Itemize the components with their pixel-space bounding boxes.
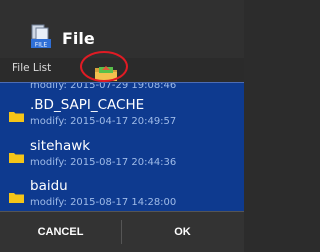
- list-item[interactable]: sitehawk modify: 2015-08-17 20:44:36: [0, 138, 244, 178]
- dialog-title: File: [62, 29, 95, 48]
- folder-icon: [9, 193, 24, 203]
- file-name: .BD_SAPI_CACHE: [30, 97, 145, 113]
- list-item[interactable]: baidu modify: 2015-08-17 14:28:00: [0, 178, 244, 212]
- app-icon-text: FILE: [35, 42, 48, 49]
- file-modify-time: modify: 2015-04-17 20:49:57: [30, 116, 177, 127]
- file-name: baidu: [30, 178, 68, 194]
- ok-button[interactable]: OK: [122, 212, 243, 252]
- file-manager-icon: FILE: [31, 24, 51, 49]
- dialog-buttons: CANCEL OK: [0, 211, 244, 252]
- file-list[interactable]: modify: 2015-07-29 19:08:46 .BD_SAPI_CAC…: [0, 82, 244, 212]
- file-modify-time: modify: 2015-08-17 14:28:00: [30, 197, 177, 208]
- list-item[interactable]: .BD_SAPI_CACHE modify: 2015-04-17 20:49:…: [0, 97, 244, 137]
- file-modify-time: modify: 2015-08-17 20:44:36: [30, 157, 177, 168]
- file-name: sitehawk: [30, 138, 91, 154]
- path-label: File List: [12, 62, 52, 74]
- folder-icon: [9, 112, 24, 122]
- cancel-button[interactable]: CANCEL: [0, 212, 121, 252]
- folder-icon: [9, 153, 24, 163]
- highlight-circle: [80, 51, 128, 82]
- file-modify-time: modify: 2015-07-29 19:08:46: [30, 82, 177, 91]
- dialog-header: FILE File: [0, 0, 244, 58]
